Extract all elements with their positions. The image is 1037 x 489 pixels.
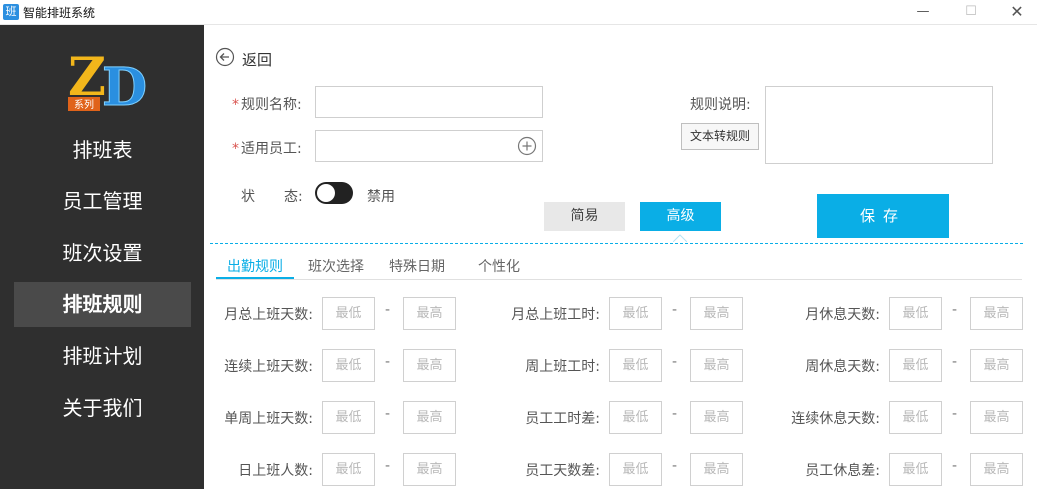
sidebar-item-about-us[interactable]: 关于我们 (14, 386, 191, 431)
range-max-input[interactable]: 最高 (970, 401, 1023, 434)
range-max-input[interactable]: 最高 (970, 453, 1023, 486)
range-separator: - (952, 458, 958, 474)
range-min-input[interactable]: 最低 (322, 453, 375, 486)
range-min-input[interactable]: 最低 (609, 453, 662, 486)
range-min-input[interactable]: 最低 (889, 453, 942, 486)
range-separator: - (672, 406, 678, 422)
range-min-input[interactable]: 最低 (889, 401, 942, 434)
rule-label: 月休息天数: (805, 307, 880, 323)
app-icon: 班 (3, 4, 19, 20)
range-separator: - (385, 406, 391, 422)
rule-label: 员工天数差: (525, 463, 600, 479)
range-separator: - (672, 458, 678, 474)
range-separator: - (385, 458, 391, 474)
save-button[interactable]: 保存 (817, 194, 949, 238)
range-max-input[interactable]: 最高 (403, 401, 456, 434)
back-arrow-icon[interactable] (215, 47, 235, 67)
range-max-input[interactable]: 最高 (403, 349, 456, 382)
rule-label: 日上班人数: (238, 463, 313, 479)
rule-label: 周休息天数: (805, 359, 880, 375)
range-min-input[interactable]: 最低 (889, 297, 942, 330)
rule-name-input[interactable] (315, 86, 543, 118)
toggle-knob (317, 184, 335, 202)
rule-name-label: * 规则名称: (232, 94, 302, 114)
rule-label: 连续上班天数: (224, 359, 313, 375)
rule-name-label-text: 规则名称: (241, 97, 302, 113)
range-min-input[interactable]: 最低 (609, 297, 662, 330)
rule-label: 单周上班天数: (224, 411, 313, 427)
mode-caret-icon (673, 234, 687, 242)
mode-simple-button[interactable]: 简易 (544, 202, 625, 231)
range-separator: - (952, 406, 958, 422)
range-max-input[interactable]: 最高 (690, 453, 743, 486)
range-separator: - (672, 302, 678, 318)
range-max-input[interactable]: 最高 (690, 349, 743, 382)
tab-shift-selection[interactable]: 班次选择 (308, 256, 364, 276)
rule-label: 连续休息天数: (791, 411, 880, 427)
tab-personalization[interactable]: 个性化 (478, 256, 520, 276)
sidebar: Z D 系列 排班表 员工管理 班次设置 排班规则 排班计划 关于我们 (0, 25, 204, 489)
range-min-input[interactable]: 最低 (609, 401, 662, 434)
rule-label: 员工工时差: (525, 411, 600, 427)
range-separator: - (385, 302, 391, 318)
range-max-input[interactable]: 最高 (970, 297, 1023, 330)
range-min-input[interactable]: 最低 (322, 349, 375, 382)
range-separator: - (385, 354, 391, 370)
employees-label-text: 适用员工: (241, 141, 302, 157)
rule-label: 月总上班工时: (511, 307, 600, 323)
employees-input[interactable] (315, 130, 543, 162)
range-min-input[interactable]: 最低 (322, 401, 375, 434)
sidebar-item-shift-settings[interactable]: 班次设置 (14, 231, 191, 276)
range-separator: - (952, 354, 958, 370)
text-to-rule-button[interactable]: 文本转规则 (681, 123, 759, 150)
title-bar: 班 智能排班系统 — ☐ ✕ (0, 0, 1037, 25)
description-label: 规则说明: (690, 97, 751, 113)
range-max-input[interactable]: 最高 (690, 297, 743, 330)
logo-sub-text: 系列 (74, 98, 94, 111)
tab-special-dates[interactable]: 特殊日期 (389, 256, 445, 276)
tab-baseline (216, 279, 1022, 280)
status-text: 禁用 (367, 189, 395, 205)
range-min-input[interactable]: 最低 (609, 349, 662, 382)
rule-label: 员工休息差: (805, 463, 880, 479)
sidebar-item-schedule-table[interactable]: 排班表 (14, 128, 191, 173)
mode-advanced-button[interactable]: 高级 (640, 202, 721, 231)
sidebar-item-schedule-rules[interactable]: 排班规则 (14, 282, 191, 327)
range-separator: - (672, 354, 678, 370)
sidebar-item-employee-management[interactable]: 员工管理 (14, 179, 191, 224)
status-toggle[interactable] (315, 182, 353, 204)
range-max-input[interactable]: 最高 (690, 401, 743, 434)
range-separator: - (952, 302, 958, 318)
section-divider (210, 243, 1023, 244)
range-max-input[interactable]: 最高 (403, 297, 456, 330)
status-label-a: 状 (241, 189, 255, 205)
range-max-input[interactable]: 最高 (970, 349, 1023, 382)
close-button[interactable]: ✕ (994, 0, 1037, 25)
range-min-input[interactable]: 最低 (889, 349, 942, 382)
status-label-b: 态: (284, 189, 303, 205)
add-employee-icon[interactable] (517, 136, 537, 156)
maximize-button[interactable]: ☐ (948, 0, 994, 25)
logo-letter-d: D (102, 57, 147, 113)
required-mark: * (232, 141, 239, 157)
window-title: 智能排班系统 (23, 6, 96, 20)
minimize-button[interactable]: — (900, 0, 946, 25)
rule-label: 周上班工时: (525, 359, 600, 375)
zd-logo: Z D 系列 (68, 47, 148, 113)
back-link[interactable]: 返回 (242, 49, 272, 70)
sidebar-item-schedule-plan[interactable]: 排班计划 (14, 334, 191, 379)
employees-label: * 适用员工: (232, 138, 302, 158)
required-mark: * (232, 97, 239, 113)
rule-label: 月总上班天数: (224, 307, 313, 323)
tab-attendance-rules[interactable]: 出勤规则 (227, 256, 283, 276)
range-min-input[interactable]: 最低 (322, 297, 375, 330)
description-textarea[interactable] (765, 86, 993, 164)
range-max-input[interactable]: 最高 (403, 453, 456, 486)
